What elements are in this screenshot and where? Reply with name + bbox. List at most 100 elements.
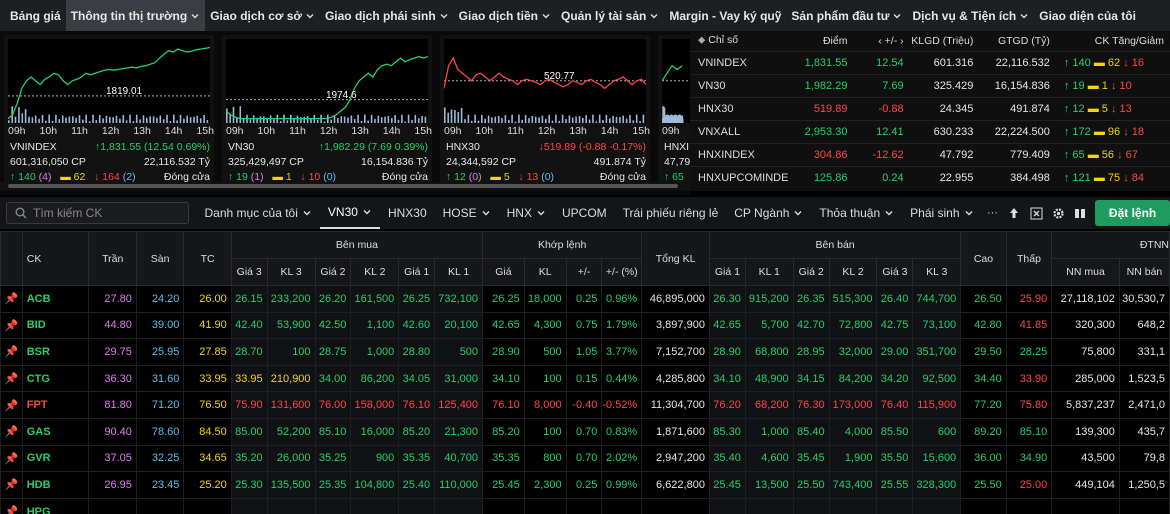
tab-5[interactable]: UPCOM	[554, 197, 615, 229]
table-row[interactable]: 📌 FPT 81.80 71.20 76.50 75.90 131,600 76.00 158,…	[0, 391, 1170, 419]
table-row[interactable]: 📌 GVR 37.05 32.25 34.65 35.20 26,000 35.25 900 35…	[0, 444, 1170, 473]
floor-header[interactable]: Sàn	[135, 231, 185, 286]
tab-9[interactable]: Phái sinh	[902, 197, 981, 229]
index-row[interactable]: HNXINDEX 304.86 -12.62 47.792 779.409 ↑ 65 ▬ …	[690, 142, 1170, 166]
nav-item-label: Giao dịch cơ sở	[210, 8, 302, 23]
pin-icon[interactable]: 📌	[0, 497, 23, 514]
sub-header-foreign-1[interactable]: NN bán	[1118, 258, 1170, 286]
volume-bar	[575, 116, 577, 123]
index-row[interactable]: HNXUPCOMINDE 125.86 0.24 22.955 384.498 ↑ 121…	[690, 165, 1170, 189]
nav-item-8[interactable]: Dịch vụ & Tiện ích	[907, 0, 1034, 31]
ask-volume-1: 68,800	[744, 338, 794, 366]
nav-item-4[interactable]: Giao dịch tiền	[454, 0, 556, 31]
mini-chart-vnindex[interactable]: 1819.01 09h 10h 11h 12h 13h 14h 15h VNINDEX ↑1,83…	[4, 35, 214, 189]
tab-0[interactable]: Danh mục của tôi	[197, 197, 320, 229]
nav-item-3[interactable]: Giao dịch phái sinh	[320, 0, 454, 31]
sub-header-match-3[interactable]: +/- (%)	[601, 258, 643, 286]
sub-header-match-2[interactable]: +/-	[565, 258, 603, 286]
foreign-sell: 648,2	[1118, 311, 1170, 340]
table-row[interactable]: 📌 HPG	[0, 497, 1170, 514]
ref-header[interactable]: TC	[183, 231, 232, 286]
sub-header-foreign-0[interactable]: NN mua	[1051, 258, 1120, 286]
pin-icon[interactable]: 📌	[0, 391, 23, 419]
sub-header-buy-2[interactable]: Giá 2	[314, 258, 352, 286]
sub-header-match-1[interactable]: KL	[523, 258, 567, 286]
table-row[interactable]: 📌 CTG 36.30 31.60 33.95 33.95 210,900 34.00 86,2…	[0, 364, 1170, 393]
pin-icon[interactable]: 📌	[0, 364, 23, 393]
excel-icon[interactable]	[1025, 197, 1047, 229]
index-row[interactable]: VN30 1,982.29 7.69 325.429 16,154.836 ↑ 19 ▬ …	[690, 73, 1170, 97]
tab-6[interactable]: Trái phiếu riêng lẻ	[615, 197, 727, 229]
pin-icon[interactable]: 📌	[0, 285, 23, 313]
more-icon[interactable]: ···	[982, 197, 1004, 229]
nav-item-6[interactable]: Margin - Vay ký quỹ	[664, 0, 786, 31]
index-header-1[interactable]: Điểm	[794, 31, 853, 51]
tab-8[interactable]: Thỏa thuận	[811, 197, 902, 229]
volume-bar	[508, 119, 510, 123]
tab-7[interactable]: CP Ngành	[726, 197, 811, 229]
pin-icon[interactable]: 📌	[0, 444, 23, 473]
sub-header-sell-4[interactable]: Giá 3	[876, 258, 914, 286]
tab-3[interactable]: HOSE	[435, 197, 499, 229]
gear-icon[interactable]	[1047, 197, 1069, 229]
sub-header-sell-1[interactable]: KL 1	[744, 258, 794, 286]
sub-header-sell-0[interactable]: Giá 1	[708, 258, 746, 286]
time-axis: 09h 10h 11h 12h 13h 14h 15h	[226, 125, 432, 137]
mini-chart-vn30[interactable]: 1974.6 09h 10h 11h 12h 13h 14h 15h VN30 ↑1,982.29…	[222, 35, 432, 189]
table-row[interactable]: 📌 GAS 90.40 78.60 84.50 85.00 52,200 85.10 16,00…	[0, 417, 1170, 446]
volume-bar	[152, 116, 155, 123]
index-row[interactable]: VNXALL 2,953.30 12.41 630.233 22,224.500 ↑ 17…	[690, 119, 1170, 143]
volume-bar	[635, 114, 638, 123]
search-input[interactable]: Tìm kiếm CK	[6, 202, 189, 224]
tab-4[interactable]: HNX	[499, 197, 554, 229]
columns-icon[interactable]	[1069, 197, 1091, 229]
ck-header[interactable]: CK	[21, 231, 90, 286]
sub-header-buy-4[interactable]: Giá 1	[398, 258, 436, 286]
sub-header-sell-5[interactable]: KL 3	[912, 258, 962, 286]
index-header-5[interactable]: CK Tăng/Giảm	[1056, 31, 1170, 51]
index-header-0[interactable]: ⬥ Chỉ số	[690, 31, 794, 51]
nav-item-9[interactable]: Giao diện của tôi	[1034, 0, 1141, 31]
index-row[interactable]: VNINDEX 1,831.55 12.54 601.316 22,116.532 ↑ 1…	[690, 50, 1170, 74]
nav-item-2[interactable]: Giao dịch cơ sở	[205, 0, 320, 31]
pin-icon[interactable]: 📌	[0, 311, 23, 340]
sub-header-match-0[interactable]: Giá	[482, 258, 525, 286]
scrollbar-thumb[interactable]	[8, 184, 678, 188]
sub-header-sell-2[interactable]: Giá 2	[792, 258, 830, 286]
volume-text: 325,429,497 CP	[228, 156, 304, 168]
sub-header-buy-1[interactable]: KL 3	[266, 258, 316, 286]
mini-chart-hnx30[interactable]: 520.77 09h 10h 11h 12h 13h 14h 15h HNX30 ↓519.89 …	[440, 35, 650, 189]
low-header[interactable]: Thấp	[1005, 231, 1053, 286]
charts-scrollbar[interactable]	[0, 182, 690, 190]
arrow-up-icon[interactable]	[1003, 197, 1025, 229]
sub-header-sell-3[interactable]: KL 2	[828, 258, 878, 286]
ceil-header[interactable]: Trần	[88, 231, 137, 286]
index-header-2[interactable]: ‹ +/- ›	[853, 31, 909, 51]
volume-bar	[541, 115, 544, 123]
sub-header-buy-3[interactable]: KL 2	[350, 258, 400, 286]
index-row[interactable]: HNX30 519.89 -0.88 24.345 491.874 ↑ 12 ▬ 5 ↓ …	[690, 96, 1170, 120]
total-header[interactable]: Tổng KL	[641, 231, 710, 286]
table-row[interactable]: 📌 BID 44.80 39.00 41.90 42.40 53,900 42.50 1,100…	[0, 311, 1170, 340]
high-header[interactable]: Cao	[960, 231, 1007, 286]
total-volume	[641, 497, 710, 514]
index-header-4[interactable]: GTGD (Tỷ)	[979, 31, 1056, 51]
table-row[interactable]: 📌 HDB 26.95 23.45 25.20 25.30 135,500 25.35 104,…	[0, 471, 1170, 499]
pin-icon[interactable]: 📌	[0, 417, 23, 446]
pin-icon[interactable]: 📌	[0, 338, 23, 366]
sub-header-buy-0[interactable]: Giá 3	[230, 258, 268, 286]
index-header-3[interactable]: KLGD (Triệu)	[910, 31, 980, 51]
sub-header-buy-5[interactable]: KL 1	[434, 258, 484, 286]
table-row[interactable]: 📌 BSR 29.75 25.95 27.85 28.70 100 28.75 1,000 28.…	[0, 338, 1170, 366]
place-order-button[interactable]: Đặt lệnh	[1095, 200, 1170, 226]
table-row[interactable]: 📌 ACB 27.80 24.20 26.00 26.15 233,200 26.20 161,…	[0, 285, 1170, 313]
nav-item-1[interactable]: Thông tin thị trường	[65, 0, 206, 31]
nav-item-7[interactable]: Sản phẩm đầu tư	[786, 0, 907, 31]
nav-item-0[interactable]: Bảng giá	[0, 0, 66, 31]
nav-item-5[interactable]: Quản lý tài sản	[556, 0, 664, 31]
tab-2[interactable]: HNX30	[380, 197, 435, 229]
ask-volume-1: 48,900	[744, 364, 794, 393]
pin-icon[interactable]: 📌	[0, 471, 23, 499]
tab-1[interactable]: VN30	[319, 197, 380, 229]
index-row-change: 12.41	[853, 119, 910, 143]
